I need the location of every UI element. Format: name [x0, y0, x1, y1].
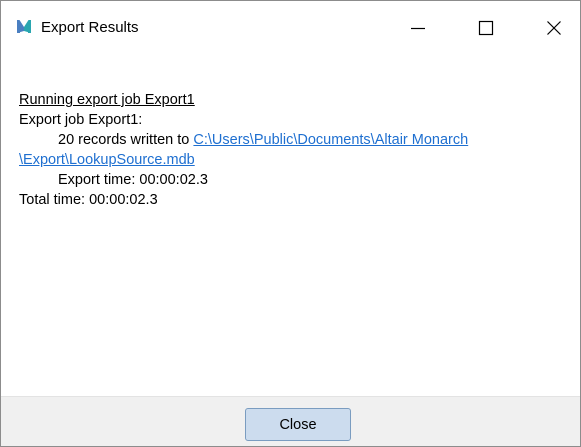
log-export-time: Export time: 00:00:02.3	[58, 172, 208, 188]
monarch-m-logo-icon	[16, 18, 32, 34]
records-text: 20 records written to	[58, 132, 194, 148]
minimize-button[interactable]	[392, 5, 444, 51]
log-path-continuation: \Export\LookupSource.mdb	[19, 150, 579, 170]
export-results-dialog: Export Results Running export job Export…	[0, 0, 581, 447]
log-heading: Running export job Export1	[19, 92, 195, 108]
output-path-link[interactable]: C:\Users\Public\Documents\Altair Monarch	[193, 132, 468, 148]
minimize-icon	[410, 20, 426, 36]
close-button[interactable]: Close	[245, 408, 351, 441]
log-records-line: 20 records written to C:\Users\Public\Do…	[19, 130, 579, 150]
log-job-line: Export job Export1:	[19, 112, 143, 128]
window-title: Export Results	[41, 19, 139, 36]
maximize-icon	[478, 20, 494, 36]
output-path-link-continued[interactable]: \Export\LookupSource.mdb	[19, 152, 195, 168]
close-icon	[546, 20, 562, 36]
dialog-footer: Close	[1, 396, 580, 446]
window-close-button[interactable]	[528, 5, 580, 51]
export-log: Running export job Export1 Export job Ex…	[19, 90, 579, 210]
log-total-time: Total time: 00:00:02.3	[19, 192, 158, 208]
maximize-button[interactable]	[460, 5, 512, 51]
title-bar: Export Results	[1, 1, 580, 57]
